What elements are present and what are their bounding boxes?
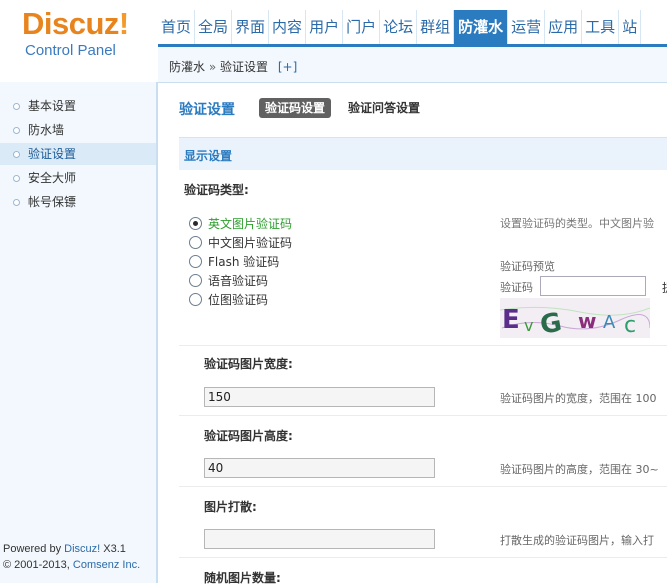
radio-circle[interactable]: [189, 255, 202, 268]
width-input[interactable]: [204, 387, 435, 407]
captcha-preview-input[interactable]: [540, 276, 646, 296]
radio-label: 中文图片验证码: [208, 236, 293, 250]
top-nav: 首页 全局 界面 内容 用户 门户 论坛 群组 防灌水 运营 应用 工具 站: [158, 10, 642, 44]
comsenz-link[interactable]: Comsenz Inc.: [73, 559, 140, 571]
powered-by: Powered by Discuz! X3.1: [3, 543, 126, 555]
radio-flash[interactable]: Flash 验证码: [189, 253, 279, 270]
topnav-item-users[interactable]: 用户: [306, 10, 344, 44]
captcha-preview-extra: 提: [662, 279, 667, 296]
captcha-image[interactable]: E v G w A c: [500, 298, 650, 338]
width-tip: 验证码图片的宽度，范围在 100: [500, 392, 657, 405]
discuz-link[interactable]: Discuz!: [64, 543, 100, 555]
height-tip: 验证码图片的高度，范围在 30~: [500, 463, 659, 476]
section-header: 显示设置: [179, 137, 667, 170]
breadcrumb-current: 验证设置: [220, 60, 269, 74]
topnav-item-tools[interactable]: 工具: [582, 10, 620, 44]
copyright: © 2001-2013, Comsenz Inc.: [3, 559, 141, 571]
radio-chinese-image[interactable]: 中文图片验证码: [189, 234, 292, 251]
topnav-item-operation[interactable]: 运营: [508, 10, 546, 44]
radio-circle[interactable]: [189, 293, 202, 306]
topnav-item-apps[interactable]: 应用: [545, 10, 583, 44]
sidebar-item-firewall[interactable]: 防水墙: [0, 119, 156, 141]
topnav-item-home[interactable]: 首页: [158, 10, 196, 44]
logo[interactable]: Discuz! Control Panel: [0, 0, 158, 82]
radio-label: 英文图片验证码: [208, 217, 293, 231]
scatter-label: 图片打散:: [204, 500, 257, 514]
radio-circle[interactable]: [189, 217, 202, 230]
radio-label: Flash 验证码: [208, 255, 280, 269]
captcha-type-label: 验证码类型:: [184, 183, 249, 197]
topnav-item-site[interactable]: 站: [619, 10, 642, 44]
page-title: 验证设置: [179, 102, 235, 118]
breadcrumb-separator: »: [208, 60, 217, 74]
topnav-item-forum[interactable]: 论坛: [380, 10, 418, 44]
radio-english-image[interactable]: 英文图片验证码: [189, 215, 292, 232]
captcha-char: c: [624, 313, 636, 338]
captcha-char: E: [502, 305, 520, 335]
width-label: 验证码图片宽度:: [204, 357, 293, 371]
sidebar-item-security[interactable]: 安全大师: [0, 167, 156, 189]
logo-word: Discuz!: [22, 6, 129, 41]
captcha-char: w: [578, 309, 596, 333]
radio-circle[interactable]: [189, 236, 202, 249]
radio-label: 位图验证码: [208, 293, 269, 307]
row-divider: [179, 486, 667, 487]
topnav-item-group[interactable]: 群组: [417, 10, 455, 44]
scatter-tip: 打散生成的验证码图片，输入打: [500, 534, 654, 547]
logo-subtitle: Control Panel: [25, 42, 116, 59]
captcha-preview-label: 验证码预览: [500, 260, 555, 273]
captcha-char: A: [603, 312, 616, 333]
topnav-item-portal[interactable]: 门户: [343, 10, 381, 44]
radio-bitmap[interactable]: 位图验证码: [189, 291, 268, 308]
radio-circle[interactable]: [189, 274, 202, 287]
row-divider: [179, 557, 667, 558]
breadcrumb-parent[interactable]: 防灌水: [169, 60, 205, 74]
radio-audio[interactable]: 语音验证码: [189, 272, 268, 289]
scatter-input[interactable]: [204, 529, 435, 549]
breadcrumb-bar: 防灌水 » 验证设置 [+]: [158, 47, 667, 83]
height-input[interactable]: [204, 458, 435, 478]
topnav-item-content[interactable]: 内容: [269, 10, 307, 44]
sidebar: 基本设置 防水墙 验证设置 安全大师 帐号保镖: [0, 82, 158, 583]
add-shortcut-button[interactable]: [+]: [278, 60, 297, 74]
topnav-item-style[interactable]: 界面: [232, 10, 270, 44]
tab-qa-settings[interactable]: 验证问答设置: [342, 98, 426, 118]
sidebar-item-verify[interactable]: 验证设置: [0, 143, 156, 165]
radio-label: 语音验证码: [208, 274, 269, 288]
topnav-item-antispam[interactable]: 防灌水: [454, 10, 509, 44]
topnav-item-global[interactable]: 全局: [195, 10, 233, 44]
sidebar-item-account-guard[interactable]: 帐号保镖: [0, 191, 156, 213]
captcha-type-tip: 设置验证码的类型。中文图片验: [500, 217, 654, 230]
section-title: 显示设置: [184, 149, 233, 163]
header: Discuz! Control Panel 首页 全局 界面 内容 用户 门户 …: [0, 0, 667, 82]
captcha-char: v: [524, 316, 533, 335]
breadcrumb: 防灌水 » 验证设置 [+]: [169, 58, 297, 75]
row-divider: [179, 345, 667, 346]
row-divider: [179, 415, 667, 416]
tab-captcha-settings[interactable]: 验证码设置: [259, 98, 332, 118]
captcha-field-label: 验证码: [500, 281, 533, 294]
random-image-count-label: 随机图片数量:: [204, 571, 281, 585]
sidebar-item-basic[interactable]: 基本设置: [0, 95, 156, 117]
height-label: 验证码图片高度:: [204, 429, 293, 443]
